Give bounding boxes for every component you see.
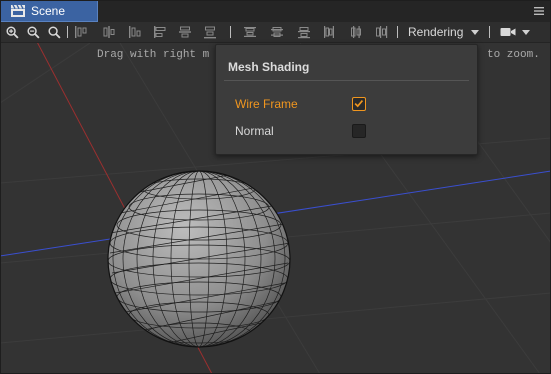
align-left-edges-icon <box>154 26 166 38</box>
distribute-bottom-button[interactable] <box>296 24 312 40</box>
align-top-button[interactable] <box>73 24 89 40</box>
toolbar-separator <box>489 26 490 38</box>
align-bottom-edges-icon <box>129 26 141 38</box>
toolbar-separator <box>230 26 231 38</box>
toolbar-separator <box>67 26 68 38</box>
distribute-right-button[interactable] <box>373 24 389 40</box>
distribute-top-button[interactable] <box>242 24 258 40</box>
align-right-edges-icon <box>204 26 216 39</box>
camera-button[interactable] <box>500 24 516 40</box>
scene-clapper-icon <box>11 5 25 17</box>
distribute-top-icon <box>244 27 256 37</box>
popup-title: Mesh Shading <box>228 60 310 74</box>
distribute-bottom-icon <box>298 27 310 39</box>
camera-icon <box>500 28 516 36</box>
align-left-button[interactable] <box>152 24 168 40</box>
align-vcenter-button[interactable] <box>101 24 117 40</box>
align-vertical-centers-icon <box>103 26 115 38</box>
zoom-reset-icon <box>47 25 61 39</box>
tab-scene-label: Scene <box>31 4 66 18</box>
toolbar-separator <box>397 26 398 38</box>
hamburger-menu-icon[interactable] <box>533 5 545 17</box>
viewport-hint-text-end: to zoom. <box>487 49 540 61</box>
sphere-mesh <box>107 170 291 348</box>
align-right-button[interactable] <box>202 24 218 40</box>
distribute-horizontal-centers-icon <box>351 26 361 38</box>
zoom-reset-button[interactable] <box>46 24 62 40</box>
chevron-down-icon[interactable] <box>471 30 479 35</box>
distribute-left-button[interactable] <box>321 24 337 40</box>
align-top-edges-icon <box>75 26 87 38</box>
distribute-left-icon <box>324 26 334 38</box>
chevron-down-icon[interactable] <box>522 30 530 35</box>
zoom-in-icon <box>5 25 19 39</box>
distribute-vcenter-button[interactable] <box>269 24 285 40</box>
viewport-hint-text: Drag with right m <box>97 49 210 61</box>
mesh-shading-popup: Mesh Shading Wire Frame Normal <box>215 44 478 155</box>
popup-divider <box>224 80 469 81</box>
tab-scene[interactable]: Scene <box>0 0 98 22</box>
zoom-in-button[interactable] <box>4 24 20 40</box>
zoom-out-icon <box>26 25 40 39</box>
normal-label[interactable]: Normal <box>235 124 274 138</box>
panel-tab-bar: Scene <box>0 0 551 23</box>
align-bottom-button[interactable] <box>127 24 143 40</box>
wire-frame-label[interactable]: Wire Frame <box>235 97 298 111</box>
zoom-out-button[interactable] <box>25 24 41 40</box>
align-hcenter-button[interactable] <box>177 24 193 40</box>
normal-checkbox[interactable] <box>352 124 366 138</box>
scene-toolbar: Rendering <box>0 22 551 43</box>
distribute-vertical-centers-icon <box>271 27 283 37</box>
checkmark-icon <box>354 100 364 108</box>
distribute-right-icon <box>376 26 388 38</box>
wire-frame-checkbox[interactable] <box>352 97 366 111</box>
align-horizontal-centers-icon <box>179 26 191 38</box>
rendering-dropdown[interactable]: Rendering <box>408 25 463 39</box>
distribute-hcenter-button[interactable] <box>348 24 364 40</box>
